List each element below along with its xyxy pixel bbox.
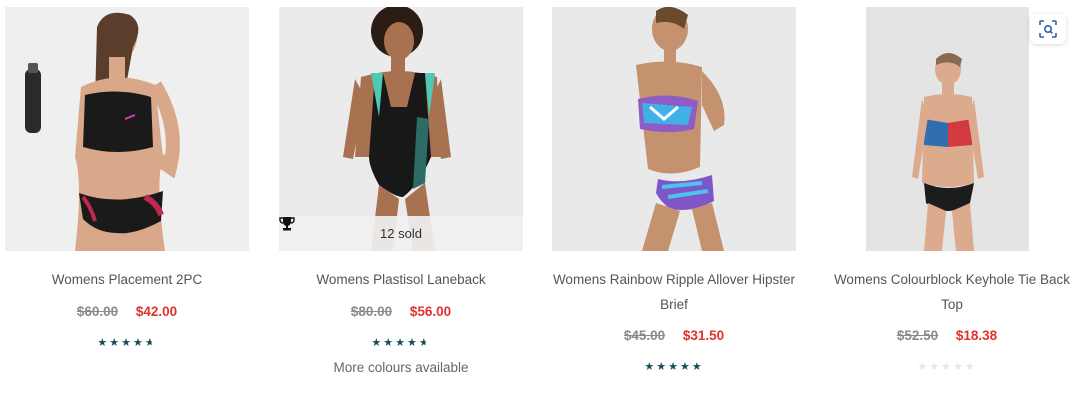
star-icon: ★ (383, 337, 396, 349)
product-title[interactable]: Womens Colourblock Keyhole Tie Back Top (830, 268, 1074, 317)
sale-price: $31.50 (682, 328, 725, 343)
star-icon: ★ (691, 361, 704, 373)
more-colours-note[interactable]: More colours available (279, 360, 523, 375)
swimwear-model-image (866, 7, 1029, 251)
product-title[interactable]: Womens Plastisol Laneback (279, 268, 523, 293)
product-title[interactable]: Womens Rainbow Ripple Allover Hipster Br… (552, 268, 796, 317)
product-image[interactable]: 12 sold (279, 7, 523, 251)
price-row: $45.00 $31.50 (552, 328, 796, 343)
sold-count: 12 sold (380, 226, 422, 241)
star-icon: ★ (109, 337, 122, 349)
star-icon: ★ (917, 361, 930, 373)
star-rating: ★★★★★ (279, 336, 523, 349)
star-icon: ★ (941, 361, 953, 373)
visual-search-icon (1039, 20, 1057, 38)
star-icon: ★ (952, 361, 965, 373)
product-title[interactable]: Womens Placement 2PC (5, 268, 249, 293)
original-price: $80.00 (350, 304, 393, 319)
trophy-icon (279, 217, 295, 231)
price-row: $60.00 $42.00 (5, 304, 249, 319)
star-icon: ★ (679, 361, 692, 373)
original-price: $52.50 (896, 328, 939, 343)
star-icon: ★ (121, 337, 133, 349)
price-row: $52.50 $18.38 (825, 328, 1069, 343)
star-rating: ★★★★★ (825, 360, 1069, 373)
star-icon: ★ (97, 337, 110, 349)
star-rating: ★★★★★ (5, 336, 249, 349)
product-image[interactable] (5, 7, 249, 251)
star-icon: ★ (668, 361, 680, 373)
star-icon: ★ (929, 361, 942, 373)
swimwear-model-image (552, 7, 796, 251)
visual-search-button[interactable] (1030, 14, 1066, 44)
original-price: $60.00 (76, 304, 119, 319)
product-grid: Womens Placement 2PC $60.00 $42.00 ★★★★★ (0, 0, 1080, 419)
product-card[interactable]: 12 sold Womens Plastisol Laneback $80.00… (279, 0, 523, 419)
sale-price: $42.00 (135, 304, 178, 319)
sold-badge: 12 sold (279, 216, 523, 251)
star-icon: ★ (406, 337, 419, 349)
product-image[interactable] (552, 7, 796, 251)
star-icon: ★ (132, 337, 145, 349)
star-icon: ★ (644, 361, 657, 373)
swimwear-model-image (279, 7, 523, 251)
sale-price: $18.38 (955, 328, 998, 343)
sale-price: $56.00 (409, 304, 452, 319)
product-card[interactable]: Womens Colourblock Keyhole Tie Back Top … (825, 0, 1070, 419)
star-rating: ★★★★★ (552, 360, 796, 373)
product-card[interactable]: Womens Placement 2PC $60.00 $42.00 ★★★★★ (5, 0, 249, 419)
star-icon: ★ (656, 361, 669, 373)
star-icon: ★ (964, 361, 977, 373)
half-star-icon: ★ (144, 337, 157, 349)
star-icon: ★ (371, 337, 384, 349)
star-icon: ★ (395, 337, 407, 349)
original-price: $45.00 (623, 328, 666, 343)
half-star-icon: ★ (418, 337, 431, 349)
product-card[interactable]: Womens Rainbow Ripple Allover Hipster Br… (552, 0, 796, 419)
swimwear-model-image (5, 7, 249, 251)
price-row: $80.00 $56.00 (279, 304, 523, 319)
product-image[interactable] (866, 7, 1029, 251)
